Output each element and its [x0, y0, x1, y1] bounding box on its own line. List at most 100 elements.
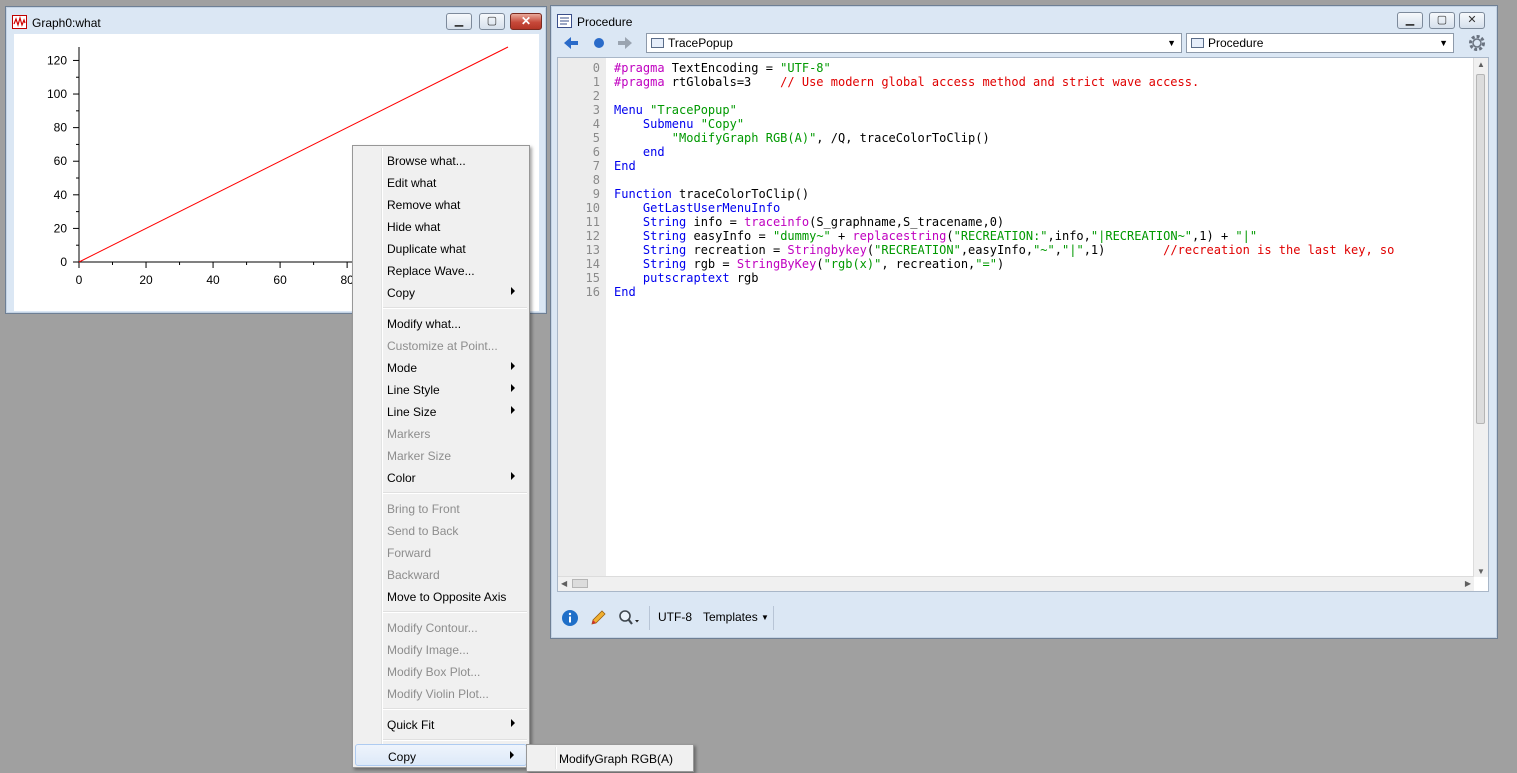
code-token: Submenu: [614, 117, 701, 131]
code-line: String info = traceinfo(S_graphname,S_tr…: [614, 215, 1004, 229]
code-token: +: [830, 229, 853, 243]
graph-titlebar[interactable]: Graph0:what ▁ ▢ ✕: [6, 7, 546, 33]
line-number: 11: [585, 215, 600, 229]
menu-item-copy[interactable]: Copy: [355, 744, 527, 766]
horizontal-scroll-thumb[interactable]: [572, 579, 588, 588]
type-dropdown-value: Procedure: [1208, 36, 1264, 50]
menu-dropdown[interactable]: TracePopup ▼: [646, 33, 1182, 53]
code-token: Function: [614, 187, 680, 201]
line-number: 2: [592, 89, 600, 103]
x-tick-label: 20: [139, 273, 153, 287]
y-tick-label: 120: [47, 53, 67, 67]
code-token: StringByKey: [736, 257, 817, 271]
menu-item-label: Marker Size: [387, 449, 452, 463]
close-button[interactable]: ✕: [510, 13, 542, 30]
code-token: ,: [1054, 243, 1062, 257]
procedure-window[interactable]: Procedure ▁ ▢ ✕ TracePopup ▼ Procedure ▼: [550, 5, 1498, 639]
line-number: 5: [592, 131, 600, 145]
arrow-left-icon[interactable]: [561, 34, 581, 52]
menu-item-duplicate-what[interactable]: Duplicate what: [355, 237, 527, 259]
code-token: ,info,: [1047, 229, 1091, 243]
menu-item-modify-what[interactable]: Modify what...: [355, 312, 527, 334]
code-line: end: [614, 145, 665, 159]
code-token: rgb =: [693, 257, 737, 271]
code-token: Menu: [614, 103, 651, 117]
menu-item-replace-wave[interactable]: Replace Wave...: [355, 259, 527, 281]
scroll-right-icon[interactable]: ▶: [1465, 579, 1471, 588]
code-token: easyInfo =: [693, 229, 773, 243]
menu-item-color[interactable]: Color: [355, 466, 527, 488]
x-tick-label: 40: [206, 273, 220, 287]
scroll-down-icon[interactable]: ▼: [1477, 567, 1485, 576]
dot-icon[interactable]: [589, 34, 609, 52]
menu-item-hide-what[interactable]: Hide what: [355, 215, 527, 237]
menu-separator: [383, 708, 527, 710]
code-token: "|": [1062, 243, 1084, 257]
scroll-left-icon[interactable]: ◀: [561, 579, 567, 588]
pencil-icon[interactable]: [589, 609, 607, 627]
code-line: #pragma TextEncoding = "UTF-8": [614, 61, 831, 75]
submenu-arrow-icon: [511, 472, 515, 480]
minimize-button[interactable]: ▁: [446, 13, 472, 30]
line-number: 12: [585, 229, 600, 243]
proc-close-button[interactable]: ✕: [1459, 12, 1485, 29]
menu-item-line-style[interactable]: Line Style: [355, 378, 527, 400]
vertical-scroll-thumb[interactable]: [1476, 74, 1485, 424]
magnifier-icon[interactable]: [617, 609, 641, 627]
vertical-scrollbar[interactable]: ▲ ▼: [1473, 58, 1488, 577]
menu-item-line-size[interactable]: Line Size: [355, 400, 527, 422]
menu-item-forward: Forward: [355, 541, 527, 563]
horizontal-scrollbar[interactable]: ◀ ▶: [558, 576, 1474, 591]
menu-item-edit-what[interactable]: Edit what: [355, 171, 527, 193]
menu-item-move-to-opposite-axis[interactable]: Move to Opposite Axis: [355, 585, 527, 607]
close-icon: ✕: [520, 14, 532, 28]
arrow-right-icon[interactable]: [615, 34, 635, 52]
submenu-arrow-icon: [511, 362, 515, 370]
proc-maximize-button[interactable]: ▢: [1429, 12, 1455, 29]
info-icon[interactable]: [561, 609, 579, 627]
menu-item-quick-fit[interactable]: Quick Fit: [355, 713, 527, 735]
menu-item-label: Line Style: [387, 383, 440, 397]
maximize-icon: ▢: [486, 15, 498, 27]
menu-item-label: Forward: [387, 546, 432, 560]
menu-item-label: Line Size: [387, 405, 437, 419]
menu-item-browse-what[interactable]: Browse what...: [355, 149, 527, 171]
code-line: putscraptext rgb: [614, 271, 759, 285]
y-tick-label: 40: [54, 188, 68, 202]
y-tick-label: 20: [54, 221, 68, 235]
menu-item-label: Remove what: [387, 198, 461, 212]
line-number-gutter: 0 1 2 3 4 5 6 7 8 9 10 11 12 13 14 15 16: [558, 58, 606, 579]
line-number: 8: [592, 173, 600, 187]
menu-item-copy[interactable]: Copy: [355, 281, 527, 303]
code-area[interactable]: #pragma TextEncoding = "UTF-8" #pragma rt…: [614, 58, 1472, 577]
code-token: rtGlobals=3: [664, 75, 781, 89]
templates-menu[interactable]: Templates: [703, 610, 758, 624]
procedure-titlebar[interactable]: Procedure ▁ ▢ ✕: [551, 6, 1497, 32]
menu-item-modifygraph-rgb-a[interactable]: ModifyGraph RGB(A): [529, 747, 691, 769]
list-icon: [651, 38, 664, 48]
scroll-up-icon[interactable]: ▲: [1477, 60, 1485, 69]
gear-icon[interactable]: [1467, 33, 1487, 53]
code-line: String rgb = StringByKey("rgb(x)", recre…: [614, 257, 1004, 271]
line-number: 1: [592, 75, 600, 89]
menu-item-label: Color: [387, 471, 416, 485]
menu-item-mode[interactable]: Mode: [355, 356, 527, 378]
code-token: //recreation is the last key, so: [1163, 243, 1395, 257]
graph-window-title: Graph0:what: [32, 16, 101, 30]
type-dropdown[interactable]: Procedure ▼: [1186, 33, 1454, 53]
maximize-button[interactable]: ▢: [479, 13, 505, 30]
line-number: 7: [592, 159, 600, 173]
menu-item-label: Modify what...: [387, 317, 462, 331]
menu-item-label: Copy: [387, 286, 416, 300]
code-token: , recreation,: [881, 257, 976, 271]
menu-item-remove-what[interactable]: Remove what: [355, 193, 527, 215]
code-line: End: [614, 285, 636, 299]
encoding-label[interactable]: UTF-8: [658, 610, 692, 624]
code-editor[interactable]: 0 1 2 3 4 5 6 7 8 9 10 11 12 13 14 15 16 #pragma TextEnc…: [557, 57, 1489, 592]
menu-item-bring-to-front: Bring to Front: [355, 497, 527, 519]
y-tick-label: 100: [47, 87, 67, 101]
proc-minimize-button[interactable]: ▁: [1397, 12, 1423, 29]
menu-item-label: Modify Box Plot...: [387, 665, 481, 679]
chevron-down-icon: ▼: [1167, 38, 1176, 48]
chevron-down-icon[interactable]: ▼: [761, 613, 769, 622]
